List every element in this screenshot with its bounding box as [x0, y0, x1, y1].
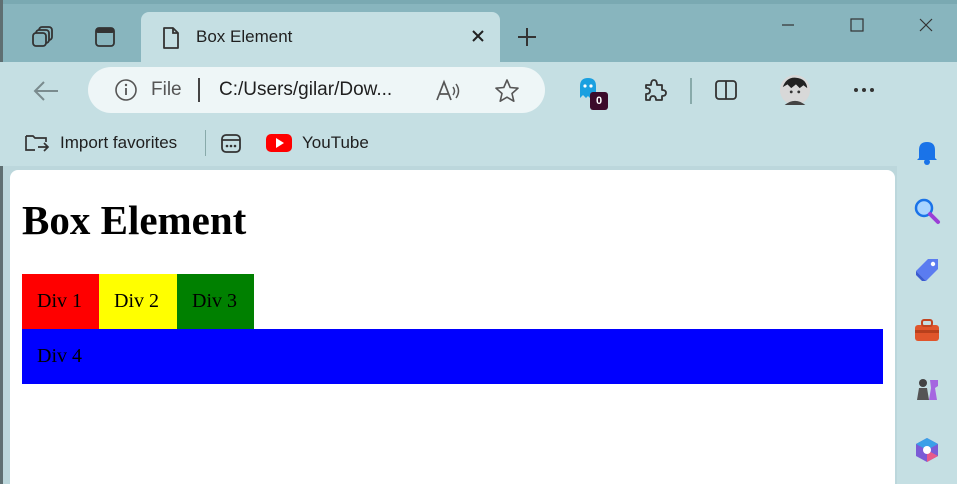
new-tab-button[interactable] [512, 22, 542, 52]
profile-button[interactable] [779, 74, 811, 106]
maximize-icon [850, 18, 864, 32]
youtube-icon [266, 134, 292, 152]
sidebar-search-button[interactable] [911, 195, 943, 227]
minimize-button[interactable] [768, 10, 808, 40]
extensions-button[interactable] [638, 74, 670, 106]
workspaces-icon [32, 26, 53, 47]
tab-strip: Box Element [0, 0, 957, 62]
back-arrow-icon [33, 81, 58, 101]
sidebar-office-button[interactable] [911, 434, 943, 466]
more-dots-icon [854, 88, 874, 92]
youtube-label: YouTube [302, 133, 369, 152]
puzzle-icon [645, 79, 667, 101]
box-div-3: Div 3 [177, 274, 254, 329]
tab-close-button[interactable] [466, 24, 490, 48]
navigation-toolbar: File C:/Users/gilar/Dow... [0, 62, 957, 120]
toolbar-separator [690, 78, 692, 104]
sidebar-shopping-button[interactable] [911, 254, 943, 286]
tab-title: Box Element [196, 27, 293, 46]
info-icon[interactable] [114, 78, 138, 102]
window-close-button[interactable] [906, 10, 946, 40]
import-favorites-link[interactable]: Import favorites [24, 130, 177, 156]
address-bar[interactable]: File C:/Users/gilar/Dow... [88, 67, 545, 113]
address-url[interactable]: C:/Users/gilar/Dow... [219, 79, 392, 101]
read-aloud-button[interactable] [434, 77, 462, 105]
favorites-bar: Import favorites YouTube [0, 120, 957, 166]
sidebar-games-button[interactable] [911, 374, 943, 406]
read-aloud-icon [436, 79, 460, 101]
collections-icon [221, 134, 241, 153]
page-heading: Box Element [22, 197, 247, 243]
collections-link[interactable] [220, 130, 242, 156]
games-icon [917, 379, 938, 400]
favorites-separator [205, 130, 206, 156]
back-button[interactable] [30, 75, 62, 107]
avatar [779, 74, 811, 106]
bell-icon [917, 142, 937, 165]
split-screen-icon [715, 80, 737, 100]
address-scheme-label: File [151, 79, 182, 100]
tab-actions-icon [95, 27, 115, 47]
box-div-4: Div 4 [22, 329, 883, 384]
box-div-1: Div 1 [22, 274, 99, 329]
address-separator [198, 78, 200, 102]
maximize-button[interactable] [837, 10, 877, 40]
edge-sidebar [897, 62, 957, 484]
tab-box-element[interactable]: Box Element [141, 12, 500, 62]
vertical-tabs-button[interactable] [90, 22, 120, 52]
import-favorites-label: Import favorites [60, 133, 178, 152]
web-page-viewport: Box Element Div 1 Div 2 Div 3 Div 4 [10, 170, 895, 484]
sidebar-notifications-button[interactable] [911, 136, 943, 168]
window-top-border [0, 0, 957, 4]
tools-icon [915, 319, 939, 341]
split-screen-button[interactable] [710, 74, 742, 106]
plus-icon [518, 28, 536, 46]
sidebar-tools-button[interactable] [911, 314, 943, 346]
office-icon [916, 438, 938, 462]
settings-more-button[interactable] [848, 74, 880, 106]
minimize-icon [782, 24, 794, 26]
search-icon [914, 198, 940, 224]
window-close-icon [919, 18, 933, 32]
youtube-link[interactable]: YouTube [266, 130, 369, 156]
workspaces-button[interactable] [28, 22, 58, 52]
favorite-star-button[interactable] [493, 77, 521, 105]
box-div-2: Div 2 [99, 274, 177, 329]
page-file-icon [163, 27, 179, 49]
star-icon [495, 79, 519, 102]
extension-count-badge: 0 [590, 92, 608, 110]
shopping-tag-icon [916, 259, 938, 281]
import-favorites-icon [25, 135, 50, 152]
close-icon [472, 30, 484, 42]
